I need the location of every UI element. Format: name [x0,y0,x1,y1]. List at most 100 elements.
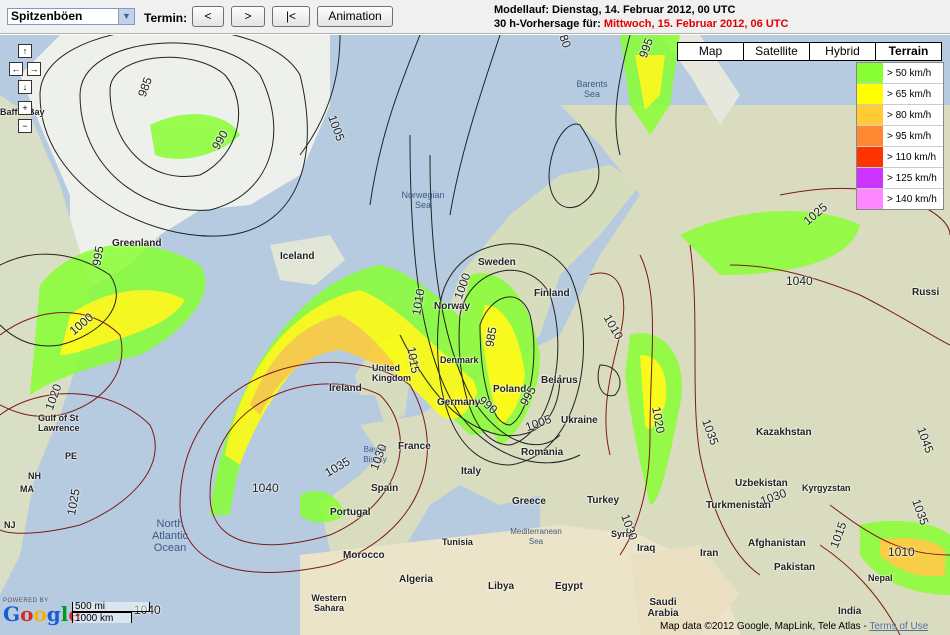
label-nj: NJ [4,520,16,530]
legend-row: > 65 km/h [857,84,943,105]
label-finland: Finland [534,288,570,299]
legend-row: > 140 km/h [857,189,943,209]
legend-label: > 65 km/h [887,88,932,100]
label-turkey: Turkey [587,495,620,506]
run-info: Modellauf: Dienstag, 14. Februar 2012, 0… [494,3,788,31]
label-north-atlantic-ocean: North Atlantic Ocean [151,518,189,554]
google-logo[interactable]: POWERED BY Google [3,598,81,624]
label-portugal: Portugal [330,507,371,518]
label-algeria: Algeria [399,574,433,585]
legend-label: > 95 km/h [887,130,932,142]
label-belarus: Belarus [541,375,578,386]
label-libya: Libya [488,581,515,592]
legend-label: > 50 km/h [887,67,932,79]
toolbar: Spitzenböen ▼ Termin: < > |< Animation M… [0,0,950,34]
label-mediterranean-sea: Mediterranean Sea [510,527,562,546]
isobar-value: 1040 [252,481,279,495]
map-attribution: Map data ©2012 Google, MapLink, Tele Atl… [660,621,928,632]
label-pe: PE [65,451,78,461]
legend-swatch [857,126,883,146]
pan-down-button[interactable]: ↓ [18,80,32,94]
label-egypt: Egypt [555,581,583,592]
label-russia: Russi [912,287,940,298]
label-india: India [838,606,862,617]
isobar-value: 1040 [786,274,813,288]
label-france: France [398,441,431,452]
label-nepal: Nepal [868,573,893,583]
forecast-text: 30 h-Vorhersage für: Mittwoch, 15. Febru… [494,17,788,31]
label-spain: Spain [371,483,399,494]
forecast-date: Mittwoch, 15. Februar 2012, 06 UTC [603,18,789,30]
legend-label: > 125 km/h [887,172,937,184]
legend-row: > 50 km/h [857,63,943,84]
zoom-in-button[interactable]: + [18,101,32,115]
label-sweden: Sweden [478,257,516,268]
label-saudi-arabia: Saudi Arabia [647,597,679,619]
label-kyrgyzstan: Kyrgyzstan [802,483,851,493]
label-pakistan: Pakistan [774,562,816,573]
modellauf-text: Modellauf: Dienstag, 14. Februar 2012, 0… [494,4,736,16]
map-graphics [0,35,950,635]
wind-gust-legend: > 50 km/h > 65 km/h > 80 km/h > 95 km/h … [856,62,944,210]
legend-row: > 125 km/h [857,168,943,189]
legend-swatch [857,84,883,104]
label-western-sahara: Western Sahara [311,593,347,613]
label-greenland: Greenland [112,238,162,249]
label-iceland: Iceland [280,251,315,262]
label-ukraine: Ukraine [561,415,598,426]
pan-left-button[interactable]: ← [9,62,23,76]
next-button[interactable]: > [231,6,265,27]
first-button[interactable]: |< [272,6,310,27]
terms-of-use-link[interactable]: Terms of Use [869,621,928,632]
label-norway: Norway [434,301,471,312]
label-kazakhstan: Kazakhstan [756,427,812,438]
isobar-line [369,35,421,206]
parameter-select-value: Spitzenböen [11,9,83,23]
legend-row: > 110 km/h [857,147,943,168]
label-barents-sea: Barents Sea [576,79,608,99]
legend-row: > 95 km/h [857,126,943,147]
map-type-control: Map Satellite Hybrid Terrain [677,42,942,61]
map-type-hybrid[interactable]: Hybrid [809,42,876,61]
legend-swatch [857,105,883,125]
legend-label: > 140 km/h [887,193,937,205]
legend-swatch [857,189,883,209]
label-nh: NH [28,471,41,481]
label-uk: United Kingdom [372,363,411,383]
pan-right-button[interactable]: → [27,62,41,76]
label-denmark: Denmark [440,355,479,365]
scale-miles: 500 mi [72,602,150,612]
label-romania: Romania [521,447,564,458]
google-wordmark: Google [3,602,81,626]
legend-swatch [857,63,883,83]
label-tunisia: Tunisia [442,537,473,547]
map-canvas[interactable]: Greenland Iceland Norway Sweden Finland … [0,35,950,635]
isobar-line [449,35,501,216]
scale-km: 1000 km [72,612,132,624]
label-afghanistan: Afghanistan [748,538,806,549]
label-norwegian-sea: Norwegian Sea [401,190,445,210]
map-type-satellite[interactable]: Satellite [743,42,810,61]
chevron-down-icon[interactable]: ▼ [118,9,134,24]
termin-label: Termin: [144,11,188,25]
legend-label: > 110 km/h [887,151,937,163]
label-iran: Iran [700,548,719,559]
animation-button[interactable]: Animation [317,6,393,27]
isobar-value: 1010 [888,545,915,559]
label-iraq: Iraq [637,543,656,554]
legend-row: > 80 km/h [857,105,943,126]
zoom-out-button[interactable]: − [18,119,32,133]
forecast-prefix: 30 h-Vorhersage für: [494,18,604,30]
map-type-map[interactable]: Map [677,42,744,61]
label-ma: MA [20,484,34,494]
map-type-terrain[interactable]: Terrain [875,42,942,61]
pan-up-button[interactable]: ↑ [18,44,32,58]
legend-swatch [857,147,883,167]
parameter-select[interactable]: Spitzenböen ▼ [7,8,135,25]
attribution-text: Map data ©2012 Google, MapLink, Tele Atl… [660,621,870,632]
label-morocco: Morocco [343,550,385,561]
label-ireland: Ireland [329,383,362,394]
label-greece: Greece [512,496,546,507]
legend-swatch [857,168,883,188]
prev-button[interactable]: < [192,6,224,27]
